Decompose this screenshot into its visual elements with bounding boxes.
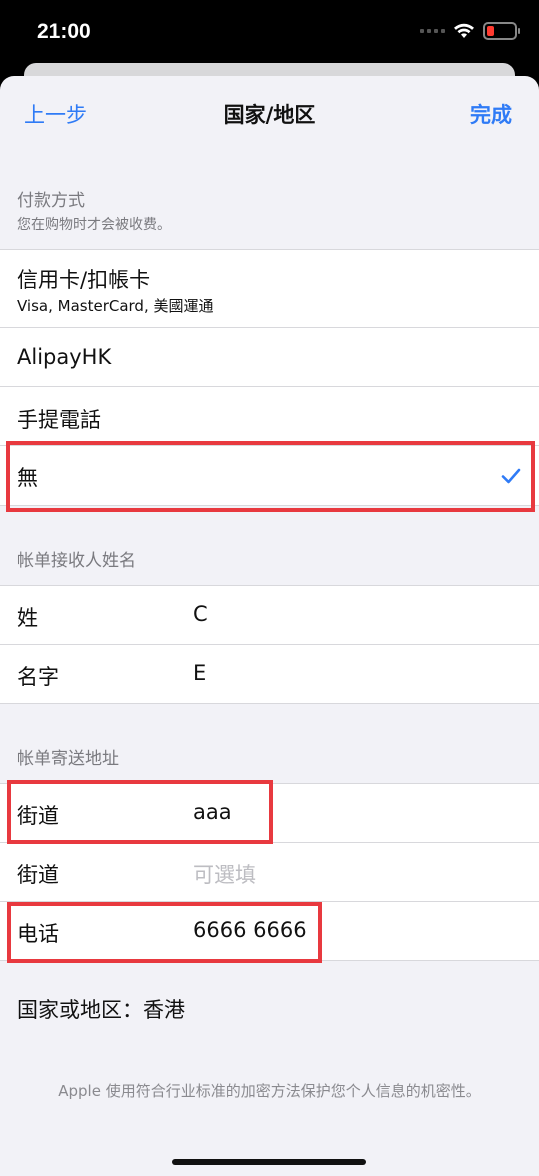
street-row-2[interactable]: 街道 可選填 [0,843,539,902]
payment-option-label: AlipayHK [17,345,112,369]
first-name-row[interactable]: 名字 E [0,645,539,703]
country-region-sheet: 上一步 国家/地区 完成 付款方式 您在购物时才会被收费。 信用卡/扣帳卡 Vi… [0,76,539,1176]
wifi-icon [454,23,474,38]
navigation-bar: 上一步 国家/地区 完成 [0,76,539,152]
payment-section-subheader: 您在购物时才会被收费。 [17,217,171,233]
home-indicator[interactable] [172,1159,366,1165]
first-name-value[interactable]: E [193,661,206,685]
battery-icon [483,22,520,40]
payment-option-mobile[interactable]: 手提電話 [0,387,539,446]
street-optional-input[interactable]: 可選填 [193,859,256,889]
country-line: 国家或地区：香港 [17,994,185,1024]
signal-icon [420,29,445,33]
last-name-label: 姓 [17,606,38,630]
status-time: 21:00 [37,20,91,43]
billing-name-header: 帐单接收人姓名 [17,551,136,571]
page-title: 国家/地区 [223,103,316,127]
first-name-label: 名字 [17,665,59,689]
payment-option-alipayhk[interactable]: AlipayHK [0,328,539,387]
payment-option-sublabel: Visa, MasterCard, 美國運通 [17,297,214,315]
country-label: 国家或地区： [17,998,143,1022]
highlight-box [7,780,273,844]
last-name-value[interactable]: C [193,602,208,626]
payment-option-card[interactable]: 信用卡/扣帳卡 Visa, MasterCard, 美國運通 [0,250,539,328]
done-button[interactable]: 完成 [470,99,512,129]
payment-option-label: 手提電話 [17,408,101,432]
street-label: 街道 [17,863,59,887]
billing-name-list: 姓 C 名字 E [0,585,539,704]
status-icons [420,22,520,40]
country-value: 香港 [143,998,185,1022]
highlight-box [6,441,535,512]
privacy-note: Apple 使用符合行业标准的加密方法保护您个人信息的机密性。 [58,1082,481,1100]
last-name-row[interactable]: 姓 C [0,586,539,645]
payment-option-label: 信用卡/扣帳卡 [17,268,151,292]
payment-section-header: 付款方式 [17,191,85,211]
billing-address-header: 帐单寄送地址 [17,749,119,769]
status-bar: 21:00 [0,0,539,70]
highlight-box [7,902,322,963]
